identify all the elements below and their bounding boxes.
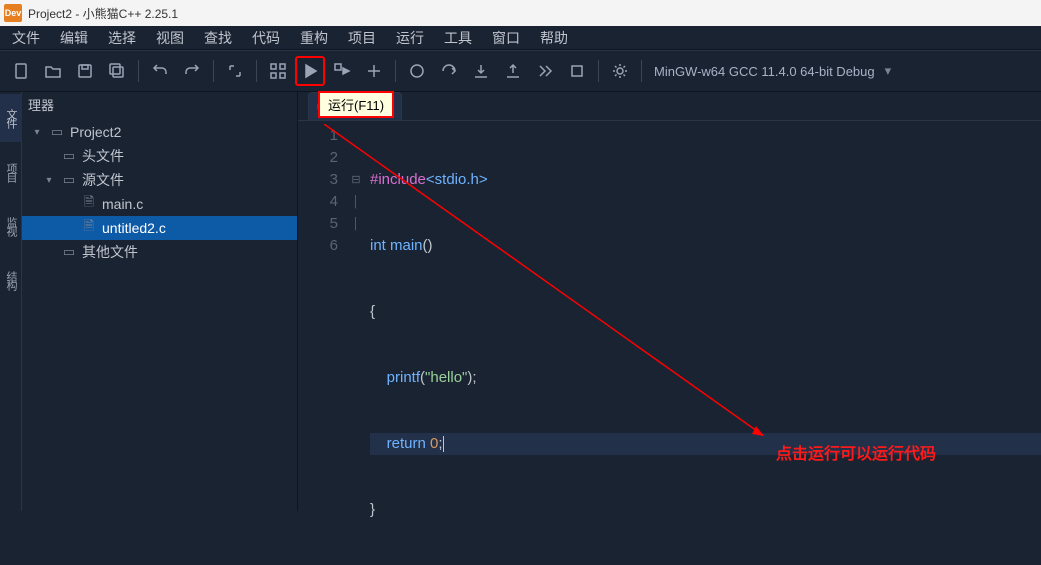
- redo-icon[interactable]: [177, 56, 207, 86]
- side-tab-files[interactable]: 文件: [0, 94, 22, 142]
- tree-file-untitled[interactable]: 🗎 untitled2.c: [22, 216, 297, 240]
- code-token: }: [370, 501, 375, 518]
- tree-folder-sources[interactable]: ▾ ▭ 源文件: [22, 168, 297, 192]
- chevron-down-icon: ▾: [42, 175, 56, 186]
- code-content[interactable]: #include<stdio.h> int main() { printf("h…: [364, 121, 1041, 565]
- toolbar-separator: [213, 60, 214, 82]
- side-tab-structure[interactable]: 结构: [0, 256, 22, 304]
- code-token: );: [467, 369, 476, 386]
- menu-tools[interactable]: 工具: [434, 26, 482, 49]
- side-tab-watch[interactable]: 监视: [0, 202, 22, 250]
- toolbar: MinGW-w64 GCC 11.4.0 64-bit Debug ▾ 运行(F…: [0, 50, 1041, 92]
- side-tabs: 文件 项目 监视 结构: [0, 92, 22, 511]
- line-number: 5: [298, 213, 338, 235]
- run-tooltip: 运行(F11): [318, 91, 394, 118]
- code-token: return: [387, 435, 430, 452]
- line-number: 3: [298, 169, 338, 191]
- folder-icon: ▭: [60, 148, 78, 164]
- title-bar: Dev Project2 - 小熊猫C++ 2.25.1: [0, 0, 1041, 26]
- code-token: main: [386, 237, 423, 254]
- fold-icon[interactable]: ⊟: [348, 169, 364, 191]
- folder-icon: ▭: [60, 244, 78, 260]
- code-area[interactable]: 1 2 3 4 5 6 ⊟││ #include<stdio.h> int ma…: [298, 121, 1041, 565]
- editor: untitled2.c ✕ 1 2 3 4 5 6 ⊟││ #include<s…: [298, 92, 1041, 511]
- save-all-icon[interactable]: [102, 56, 132, 86]
- new-file-icon[interactable]: [6, 56, 36, 86]
- menu-help[interactable]: 帮助: [530, 26, 578, 49]
- code-token: printf: [387, 369, 420, 386]
- stop-icon[interactable]: [562, 56, 592, 86]
- line-number: 4: [298, 191, 338, 213]
- tree-label: Project2: [70, 124, 121, 140]
- window-title: Project2 - 小熊猫C++ 2.25.1: [28, 5, 178, 22]
- code-token: int: [370, 237, 386, 254]
- file-icon: 🗎: [80, 217, 98, 239]
- line-number: 2: [298, 147, 338, 169]
- folder-icon: ▭: [48, 124, 66, 140]
- panel-title: 理器: [22, 92, 297, 116]
- save-icon[interactable]: [70, 56, 100, 86]
- tree-label: 源文件: [82, 170, 124, 190]
- menu-refactor[interactable]: 重构: [290, 26, 338, 49]
- step-into-icon[interactable]: [466, 56, 496, 86]
- chevron-down-icon: ▾: [30, 127, 44, 138]
- tree-project-root[interactable]: ▾ ▭ Project2: [22, 120, 297, 144]
- chevron-down-icon: ▾: [885, 63, 892, 79]
- code-token: {: [370, 303, 375, 320]
- rebuild-icon[interactable]: [359, 56, 389, 86]
- tree-label: 其他文件: [82, 242, 138, 262]
- continue-icon[interactable]: [530, 56, 560, 86]
- tree-label: untitled2.c: [102, 220, 166, 236]
- tree-folder-headers[interactable]: ▭ 头文件: [22, 144, 297, 168]
- toolbar-separator: [641, 60, 642, 82]
- open-file-icon[interactable]: [38, 56, 68, 86]
- compile-run-icon[interactable]: [327, 56, 357, 86]
- menu-file[interactable]: 文件: [2, 26, 50, 49]
- toolbar-separator: [395, 60, 396, 82]
- debug-icon[interactable]: [402, 56, 432, 86]
- step-out-icon[interactable]: [498, 56, 528, 86]
- file-icon: 🗎: [80, 193, 98, 215]
- app-icon: Dev: [4, 4, 22, 22]
- tree-folder-others[interactable]: ▭ 其他文件: [22, 240, 297, 264]
- menu-bar: 文件 编辑 选择 视图 查找 代码 重构 项目 运行 工具 窗口 帮助: [0, 26, 1041, 50]
- toolbar-separator: [138, 60, 139, 82]
- menu-find[interactable]: 查找: [194, 26, 242, 49]
- editor-tabs: untitled2.c ✕: [298, 92, 1041, 121]
- side-tab-project[interactable]: 项目: [0, 148, 22, 196]
- menu-view[interactable]: 视图: [146, 26, 194, 49]
- line-number: 1: [298, 125, 338, 147]
- tree-label: main.c: [102, 196, 143, 212]
- tree-file-main[interactable]: 🗎 main.c: [22, 192, 297, 216]
- menu-run[interactable]: 运行: [386, 26, 434, 49]
- project-panel: 理器 ▾ ▭ Project2 ▭ 头文件 ▾ ▭ 源文件 🗎 main.c: [22, 92, 298, 511]
- line-gutter: 1 2 3 4 5 6: [298, 121, 348, 565]
- code-token: "hello": [425, 369, 467, 386]
- main-area: 文件 项目 监视 结构 理器 ▾ ▭ Project2 ▭ 头文件 ▾ ▭ 源文…: [0, 92, 1041, 511]
- toolbar-separator: [598, 60, 599, 82]
- folder-icon: ▭: [60, 172, 78, 188]
- undo-icon[interactable]: [145, 56, 175, 86]
- toolbar-separator: [256, 60, 257, 82]
- text-cursor: [443, 436, 444, 452]
- settings-icon[interactable]: [605, 56, 635, 86]
- menu-window[interactable]: 窗口: [482, 26, 530, 49]
- code-token: #include: [370, 171, 426, 188]
- compile-icon[interactable]: [263, 56, 293, 86]
- run-button[interactable]: [295, 56, 325, 86]
- code-token: (): [423, 237, 433, 254]
- expand-icon[interactable]: [220, 56, 250, 86]
- fold-gutter: ⊟││: [348, 121, 364, 565]
- compiler-name: MinGW-w64 GCC 11.4.0 64-bit Debug: [654, 64, 875, 79]
- step-over-icon[interactable]: [434, 56, 464, 86]
- tree-label: 头文件: [82, 146, 124, 166]
- line-number: 6: [298, 235, 338, 257]
- menu-select[interactable]: 选择: [98, 26, 146, 49]
- menu-project[interactable]: 项目: [338, 26, 386, 49]
- project-tree: ▾ ▭ Project2 ▭ 头文件 ▾ ▭ 源文件 🗎 main.c: [22, 116, 297, 511]
- code-token: <stdio.h>: [426, 171, 488, 188]
- compiler-selector[interactable]: MinGW-w64 GCC 11.4.0 64-bit Debug ▾: [654, 63, 891, 79]
- menu-edit[interactable]: 编辑: [50, 26, 98, 49]
- menu-code[interactable]: 代码: [242, 26, 290, 49]
